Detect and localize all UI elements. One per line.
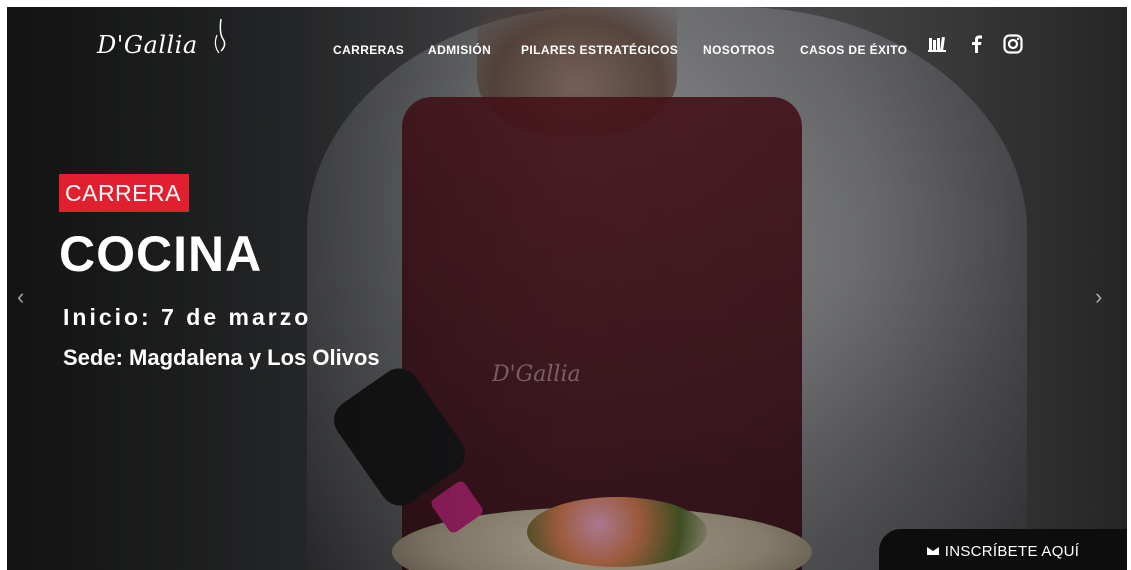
chevron-left-icon[interactable]: ‹ — [17, 284, 24, 310]
facebook-icon[interactable] — [970, 35, 982, 53]
start-date: Inicio: 7 de marzo — [63, 304, 312, 330]
chevron-right-icon[interactable]: › — [1095, 284, 1102, 310]
nav-casos[interactable]: CASOS DE ÉXITO — [800, 43, 907, 57]
career-badge: CARRERA — [59, 174, 189, 212]
career-title: COCINA — [59, 226, 263, 282]
signup-label: INSCRÍBETE AQUÍ — [944, 542, 1080, 560]
envelope-icon — [926, 547, 939, 555]
library-icon[interactable] — [928, 36, 948, 52]
logo-text: D'Gallia — [97, 31, 198, 59]
nav-admision[interactable]: ADMISIÓN — [428, 43, 491, 57]
dark-overlay — [7, 7, 1127, 570]
campus-info: Sede: Magdalena y Los Olivos — [63, 345, 380, 370]
instagram-icon[interactable] — [1003, 34, 1023, 54]
hero-slider: D'Gallia D'Gallia CARRERAS ADMISIÓN PILA… — [7, 7, 1127, 570]
logo-mark-icon — [214, 18, 226, 54]
nav-pilares[interactable]: PILARES ESTRATÉGICOS — [521, 43, 678, 57]
nav-carreras[interactable]: CARRERAS — [333, 43, 404, 57]
nav-nosotros[interactable]: NOSOTROS — [703, 43, 775, 57]
brand-logo[interactable]: D'Gallia — [97, 31, 198, 59]
signup-button[interactable]: INSCRÍBETE AQUÍ — [879, 529, 1127, 570]
